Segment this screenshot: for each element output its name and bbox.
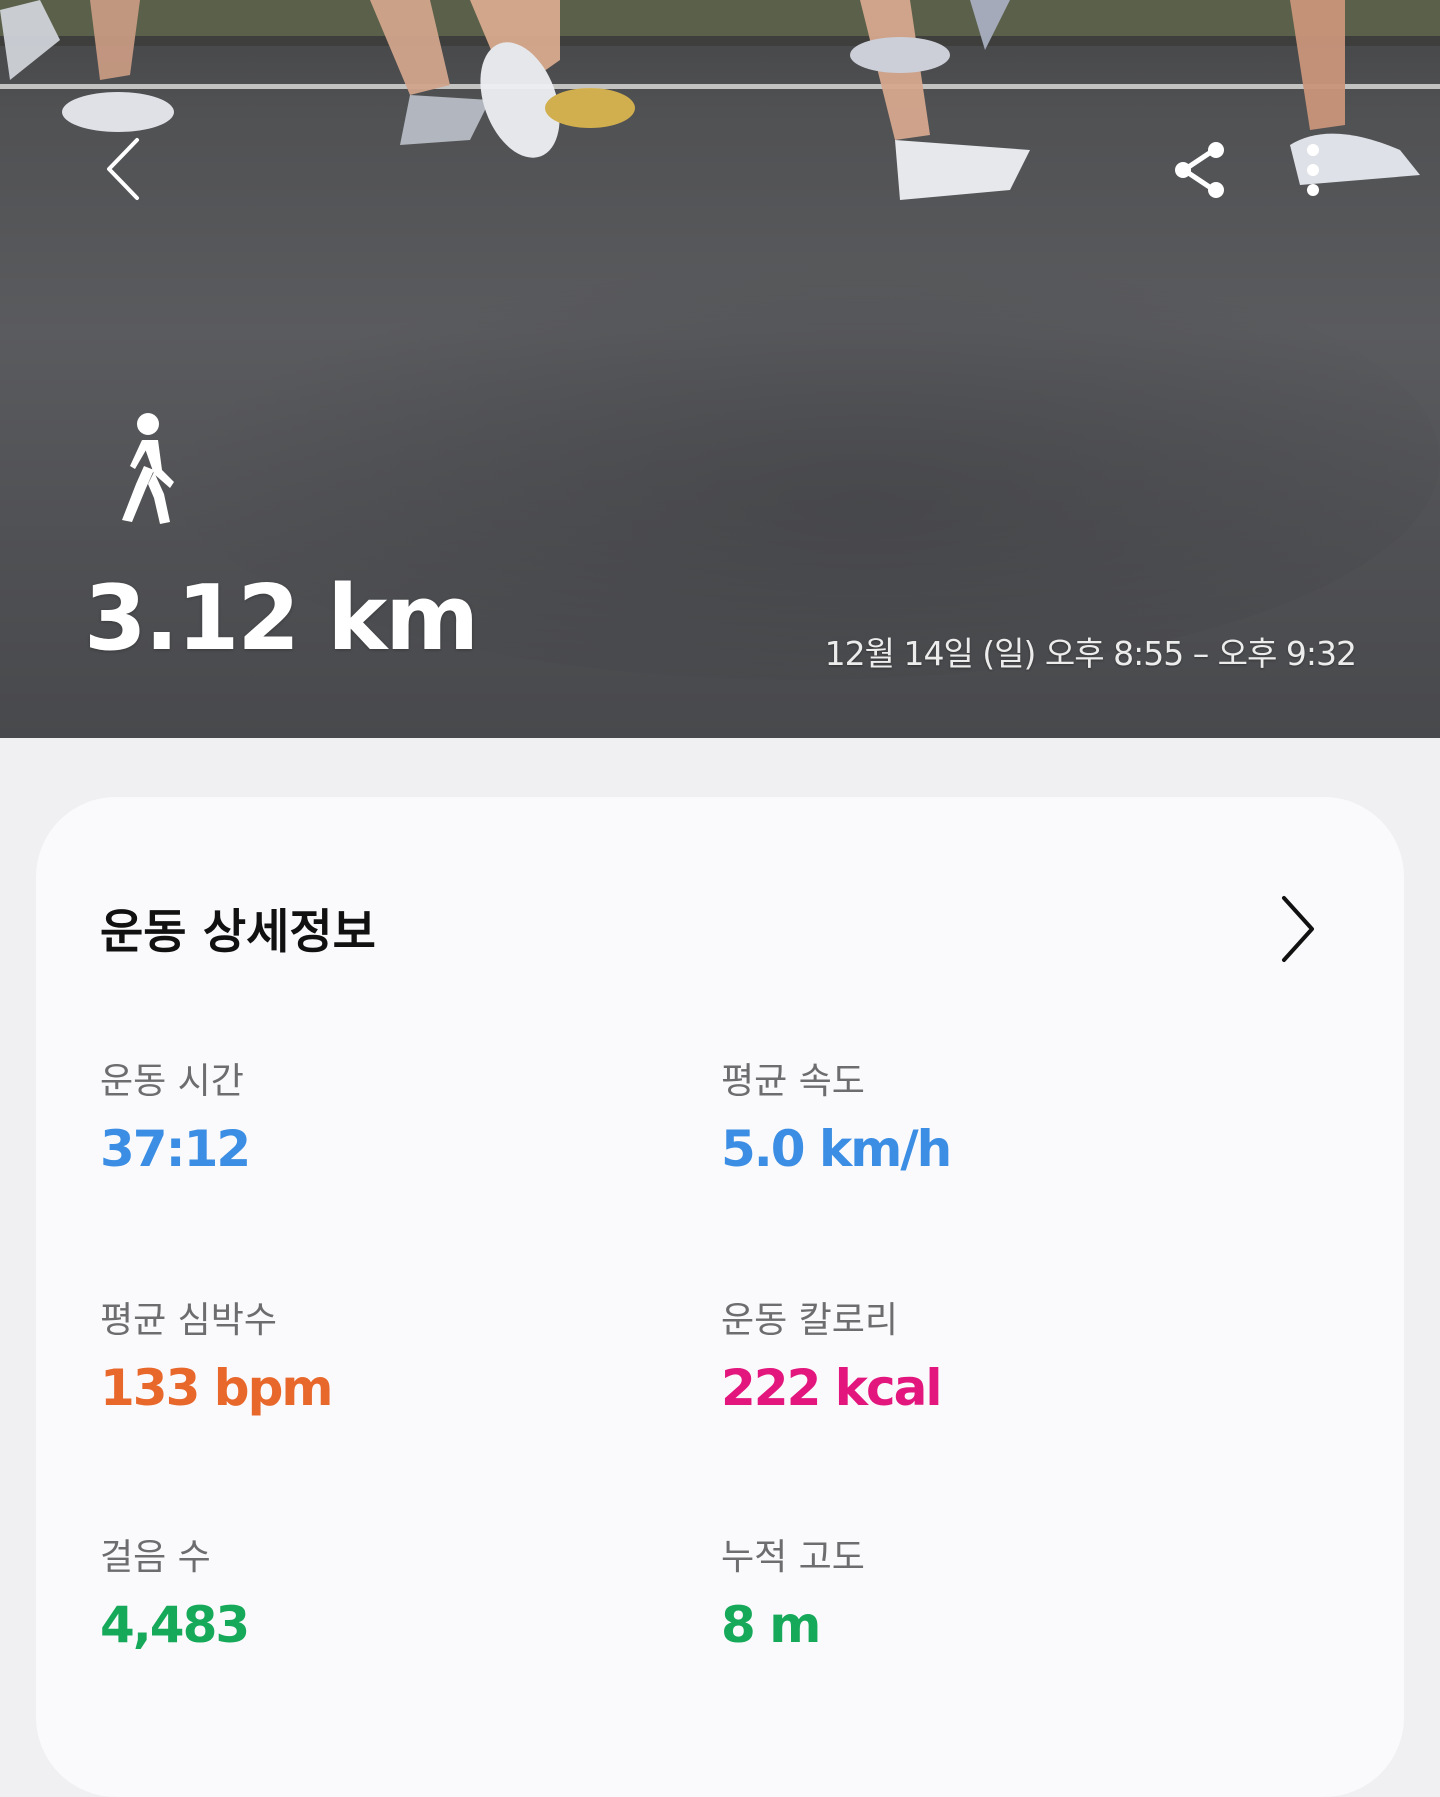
stat-steps: 걸음 수 4,483 — [100, 1528, 660, 1654]
stat-label: 운동 칼로리 — [721, 1300, 899, 1341]
stat-label: 평균 심박수 — [100, 1300, 278, 1341]
distance-value: 3.12 km — [84, 566, 479, 671]
stat-label: 누적 고도 — [721, 1537, 865, 1578]
back-button[interactable] — [88, 124, 158, 214]
workout-details-card: 운동 상세정보 운동 시간 37:12 평균 속도 5.0 km/h 평균 심박… — [36, 797, 1404, 1797]
stat-label: 걸음 수 — [100, 1537, 211, 1578]
stat-label: 운동 시간 — [100, 1061, 244, 1102]
stat-value: 37:12 — [100, 1120, 251, 1178]
stat-calories: 운동 칼로리 222 kcal — [721, 1291, 1281, 1417]
stat-workout-time: 운동 시간 37:12 — [100, 1052, 660, 1178]
walking-person-icon — [122, 413, 174, 524]
stat-average-speed: 평균 속도 5.0 km/h — [721, 1052, 1281, 1178]
stat-label: 평균 속도 — [721, 1061, 865, 1102]
workout-date-range: 12월 14일 (일) 오후 8:55 – 오후 9:32 — [824, 634, 1357, 673]
more-options-button[interactable] — [1288, 130, 1338, 210]
stat-value: 133 bpm — [100, 1359, 333, 1417]
share-icon — [1175, 142, 1224, 198]
details-open-button[interactable] — [1268, 889, 1328, 969]
stat-elevation-gain: 누적 고도 8 m — [721, 1528, 1281, 1654]
share-button[interactable] — [1160, 130, 1240, 210]
stat-value: 8 m — [721, 1596, 821, 1654]
more-vertical-icon — [1307, 144, 1319, 196]
details-title: 운동 상세정보 — [100, 905, 376, 960]
chevron-right-icon — [1282, 896, 1314, 962]
stat-value: 4,483 — [100, 1596, 250, 1654]
stat-value: 5.0 km/h — [721, 1120, 952, 1178]
chevron-left-icon — [107, 138, 139, 200]
stat-average-heart-rate: 평균 심박수 133 bpm — [100, 1291, 660, 1417]
hero-photo-header: 3.12 km 12월 14일 (일) 오후 8:55 – 오후 9:32 — [0, 0, 1440, 738]
stat-value: 222 kcal — [721, 1359, 943, 1417]
